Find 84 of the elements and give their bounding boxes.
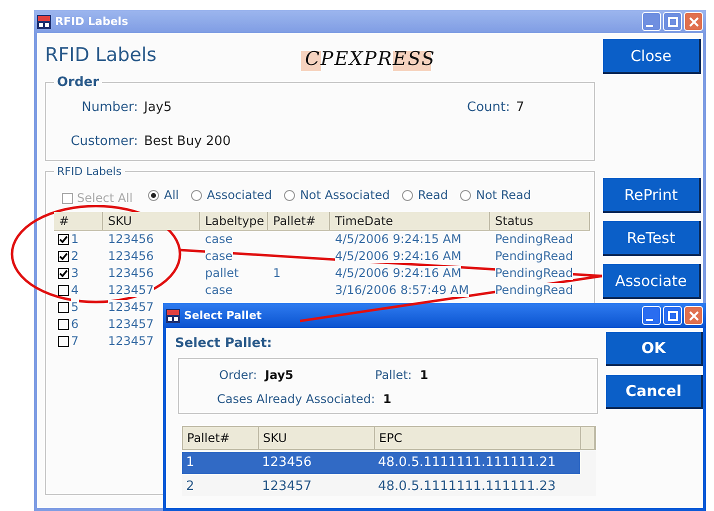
checkbox[interactable] xyxy=(58,285,69,296)
column-header[interactable]: SKU xyxy=(259,427,375,449)
table-cell-text: 123456 xyxy=(261,454,313,472)
radio-label: Not Read xyxy=(476,188,531,202)
close-icon xyxy=(688,310,698,320)
checkbox[interactable] xyxy=(58,234,69,245)
field-value: 7 xyxy=(516,100,526,114)
radio-button[interactable] xyxy=(148,190,159,200)
radio-button[interactable] xyxy=(284,190,295,200)
radio-label: Not Associated xyxy=(300,188,390,202)
radio-label: All xyxy=(164,188,179,202)
table-cell-text: 48.0.5.1111111.111111.21 xyxy=(377,454,557,472)
table-cell: 123457 xyxy=(108,334,154,348)
radio-button[interactable] xyxy=(460,190,471,200)
table-cell: 123457 xyxy=(108,283,154,297)
checkbox[interactable] xyxy=(58,251,69,262)
table-cell: 123456 xyxy=(108,266,154,280)
dialog-heading: Select Pallet: xyxy=(175,336,273,351)
table-cell: PendingRead xyxy=(495,232,574,246)
table-cell: 123456 xyxy=(108,232,154,246)
table-cell: case xyxy=(205,249,233,263)
table-row[interactable]: 1 123456 48.0.5.1111111.111111.21 xyxy=(182,452,580,474)
table-cell-text: 48.0.5.1111111.111111.23 xyxy=(377,478,557,496)
close-button[interactable] xyxy=(684,306,703,325)
field-label: Number: xyxy=(80,100,139,114)
table-cell: 4/5/2006 9:24:16 AM xyxy=(335,249,462,263)
maximize-icon xyxy=(668,310,678,320)
field-label: Count: xyxy=(467,100,511,114)
reprint-button[interactable]: RePrint xyxy=(603,178,701,213)
field-label: Customer: xyxy=(70,134,139,148)
group-title: RFID Labels xyxy=(56,165,123,178)
field-value: Jay5 xyxy=(144,100,173,114)
radio-button[interactable] xyxy=(190,190,202,200)
radio-button[interactable] xyxy=(402,190,413,200)
checkbox-label: Select All xyxy=(77,191,133,205)
window-heading: RFID Labels xyxy=(45,44,158,66)
field-label: Cases Already Associated: xyxy=(216,392,376,406)
field-value: 1 xyxy=(420,368,428,382)
maximize-button[interactable] xyxy=(663,306,682,325)
app-icon xyxy=(36,14,52,30)
minimize-button[interactable] xyxy=(642,306,661,325)
close-icon xyxy=(688,16,698,26)
minimize-icon xyxy=(646,24,653,26)
table-cell: PendingRead xyxy=(495,266,574,280)
table-cell: PendingRead xyxy=(495,283,574,297)
field-label: Order: xyxy=(218,368,258,382)
table-cell: 4/5/2006 9:24:15 AM xyxy=(335,232,462,246)
retest-button[interactable]: ReTest xyxy=(603,221,701,256)
associate-button[interactable]: Associate xyxy=(603,264,701,299)
table-cell: 4/5/2006 9:24:16 AM xyxy=(335,266,462,280)
table-cell-text: 123457 xyxy=(261,478,313,496)
table-cell-text: 2 xyxy=(185,478,196,496)
table-cell: 1 xyxy=(273,266,281,280)
minimize-icon xyxy=(646,318,653,320)
table-cell: PendingRead xyxy=(495,249,574,263)
checkbox[interactable] xyxy=(58,268,69,279)
table-cell: 3/16/2006 8:57:49 AM xyxy=(335,283,469,297)
table-cell: 123457 xyxy=(108,317,154,331)
table-cell: 123457 xyxy=(108,300,154,314)
field-value: Jay5 xyxy=(265,368,294,382)
table-cell: pallet xyxy=(205,266,239,280)
column-header[interactable]: Pallet# xyxy=(183,427,259,449)
group-title: Order xyxy=(56,75,100,90)
cancel-button[interactable]: Cancel xyxy=(606,375,703,409)
close-button[interactable]: Close xyxy=(603,39,701,74)
column-header[interactable]: EPC xyxy=(375,427,581,449)
checkbox[interactable] xyxy=(58,319,69,330)
table-row[interactable]: 2 123457 48.0.5.1111111.111111.23 xyxy=(182,476,580,498)
ok-button[interactable]: OK xyxy=(606,332,703,366)
field-label: Pallet: xyxy=(375,368,413,382)
window-title: Select Pallet xyxy=(184,309,263,322)
checkbox[interactable] xyxy=(58,336,69,347)
window-title: RFID Labels xyxy=(55,15,130,28)
app-icon xyxy=(165,308,181,324)
maximize-icon xyxy=(668,16,678,26)
radio-label: Read xyxy=(418,188,448,202)
table-cell: 4 xyxy=(71,282,79,299)
table-cell: 123456 xyxy=(108,249,154,263)
radio-label: Associated xyxy=(206,188,272,202)
column-header[interactable]: # xyxy=(54,212,103,230)
field-value: 1 xyxy=(383,392,392,406)
table-cell-text: 1 xyxy=(185,454,196,472)
checkbox[interactable] xyxy=(58,302,69,313)
field-value: Best Buy 200 xyxy=(144,134,231,148)
